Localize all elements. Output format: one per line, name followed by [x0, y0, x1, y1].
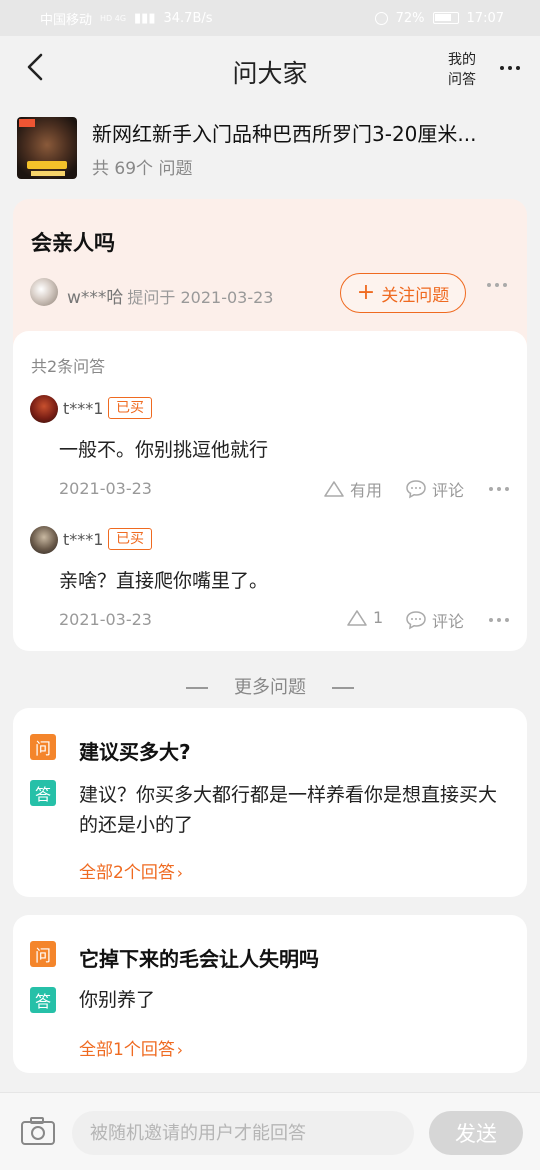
dot-icon [503, 283, 507, 287]
plus-icon: + [356, 280, 376, 305]
question-more-button[interactable] [487, 283, 507, 287]
answer-input[interactable] [72, 1111, 414, 1155]
thumb-triangle-icon [347, 609, 367, 626]
more-options-button[interactable] [494, 56, 526, 80]
comment-label: 评论 [432, 612, 465, 631]
avatar [30, 395, 58, 423]
all-answers-label: 全部2个回答 [79, 863, 175, 883]
divider-line [186, 687, 208, 689]
useful-button[interactable]: 1 [346, 608, 383, 627]
dot-icon [505, 618, 509, 622]
dot-icon [497, 618, 501, 622]
status-bar: 中国移动 HD 4G ▮▮▮ 34.7B/s 72% 17:07 [0, 0, 540, 36]
comment-label: 评论 [432, 481, 465, 500]
asker-info: w***哈 提问于 2021-03-23 [67, 283, 273, 308]
answer-more-button[interactable] [489, 618, 509, 622]
my-answers-line1: 我的 [448, 52, 476, 68]
camera-icon [21, 1117, 55, 1145]
avatar [30, 526, 58, 554]
comment-icon [406, 611, 426, 630]
thumb-triangle-icon [324, 481, 344, 497]
answer-date: 2021-03-23 [59, 479, 152, 498]
thumbnail-caption [31, 171, 65, 176]
answer-item: t***1 已买 一般不。你别挑逗他就行 2021-03-23 有用 评论 [13, 395, 527, 525]
question-badge-icon: 问 [30, 941, 56, 967]
all-answers-link[interactable]: 全部2个回答 › [79, 858, 183, 883]
battery-icon [432, 12, 459, 24]
question-count: 共 69个 问题 [92, 159, 193, 179]
status-right: 72% 17:07 [374, 10, 504, 26]
dot-icon [516, 66, 520, 70]
answer-user: t***1 [63, 530, 104, 549]
comment-icon [406, 480, 426, 499]
related-question-title: 建议买多大? [79, 740, 191, 764]
status-left: 中国移动 HD 4G ▮▮▮ 34.7B/s [40, 9, 213, 28]
answer-input-bar: 发送 [0, 1092, 540, 1170]
answer-text: 一般不。你别挑逗他就行 [59, 439, 269, 461]
useful-button[interactable]: 有用 [323, 477, 382, 501]
signal-icon: ▮▮▮ [134, 10, 156, 26]
chevron-right-icon: › [176, 864, 183, 882]
all-answers-label: 全部1个回答 [79, 1040, 175, 1060]
answer-user: t***1 [63, 399, 104, 418]
comment-button[interactable]: 评论 [405, 477, 464, 501]
more-questions-divider: 更多问题 [0, 673, 540, 699]
bought-badge: 已买 [108, 528, 152, 550]
related-answer-text: 你别养了 [79, 989, 156, 1011]
camera-button[interactable] [20, 1115, 56, 1147]
asked-date: 提问于 2021-03-23 [127, 288, 274, 307]
asker-name: w***哈 [67, 288, 124, 308]
answer-text: 亲啥？直接爬你嘴里了。 [59, 570, 269, 592]
answers-total: 共2条问答 [31, 357, 106, 376]
clock: 17:07 [466, 10, 504, 26]
answer-more-button[interactable] [489, 487, 509, 491]
dot-icon [489, 487, 493, 491]
useful-count: 1 [373, 608, 384, 627]
my-answers-link[interactable]: 我的 问答 [448, 50, 488, 90]
product-thumbnail [17, 117, 77, 179]
useful-label: 有用 [350, 481, 383, 500]
bought-badge: 已买 [108, 397, 152, 419]
my-answers-line2: 问答 [448, 72, 476, 88]
question-title: 会亲人吗 [31, 231, 115, 255]
answer-badge-icon: 答 [30, 987, 56, 1013]
question-badge-icon: 问 [30, 734, 56, 760]
more-questions-label: 更多问题 [234, 677, 306, 698]
top-nav: 问大家 我的 问答 [0, 36, 540, 104]
dot-icon [495, 283, 499, 287]
network-speed: 34.7B/s [163, 10, 213, 26]
chevron-right-icon: › [176, 1041, 183, 1059]
divider-line [332, 687, 354, 689]
follow-question-button[interactable]: + 关注问题 [340, 273, 466, 313]
dot-icon [497, 487, 501, 491]
related-question-card[interactable]: 问 建议买多大? 答 建议？你买多大都行都是一样养看你是想直接买大的还是小的了 … [13, 708, 527, 897]
dot-icon [500, 66, 504, 70]
alarm-icon [374, 11, 388, 25]
thumbnail-banner [27, 161, 67, 169]
answer-date: 2021-03-23 [59, 610, 152, 629]
answer-item: t***1 已买 亲啥？直接爬你嘴里了。 2021-03-23 1 评论 [13, 526, 527, 656]
related-question-card[interactable]: 问 它掉下来的毛会让人失明吗 答 你别养了 全部1个回答 › [13, 915, 527, 1073]
related-question-title: 它掉下来的毛会让人失明吗 [79, 947, 319, 971]
comment-button[interactable]: 评论 [405, 608, 464, 632]
product-row[interactable]: 新网红新手入门品种巴西所罗门3-20厘米... 共 69个 问题 [0, 104, 540, 188]
send-button[interactable]: 发送 [429, 1111, 523, 1155]
dot-icon [508, 66, 512, 70]
battery-percent: 72% [395, 10, 425, 26]
dot-icon [489, 618, 493, 622]
thumbnail-tag [19, 119, 35, 127]
product-name: 新网红新手入门品种巴西所罗门3-20厘米... [92, 122, 477, 146]
dot-icon [505, 487, 509, 491]
network-label: HD 4G [100, 13, 127, 23]
carrier-label: 中国移动 [40, 12, 93, 28]
avatar [30, 278, 58, 306]
dot-icon [487, 283, 491, 287]
answer-badge-icon: 答 [30, 780, 56, 806]
all-answers-link[interactable]: 全部1个回答 › [79, 1035, 183, 1060]
follow-label: 关注问题 [381, 285, 450, 306]
related-answer-text: 建议？你买多大都行都是一样养看你是想直接买大的还是小的了 [79, 784, 498, 836]
question-card: 会亲人吗 w***哈 提问于 2021-03-23 + 关注问题 [13, 199, 527, 349]
answers-card: 共2条问答 t***1 已买 一般不。你别挑逗他就行 2021-03-23 有用… [13, 331, 527, 651]
